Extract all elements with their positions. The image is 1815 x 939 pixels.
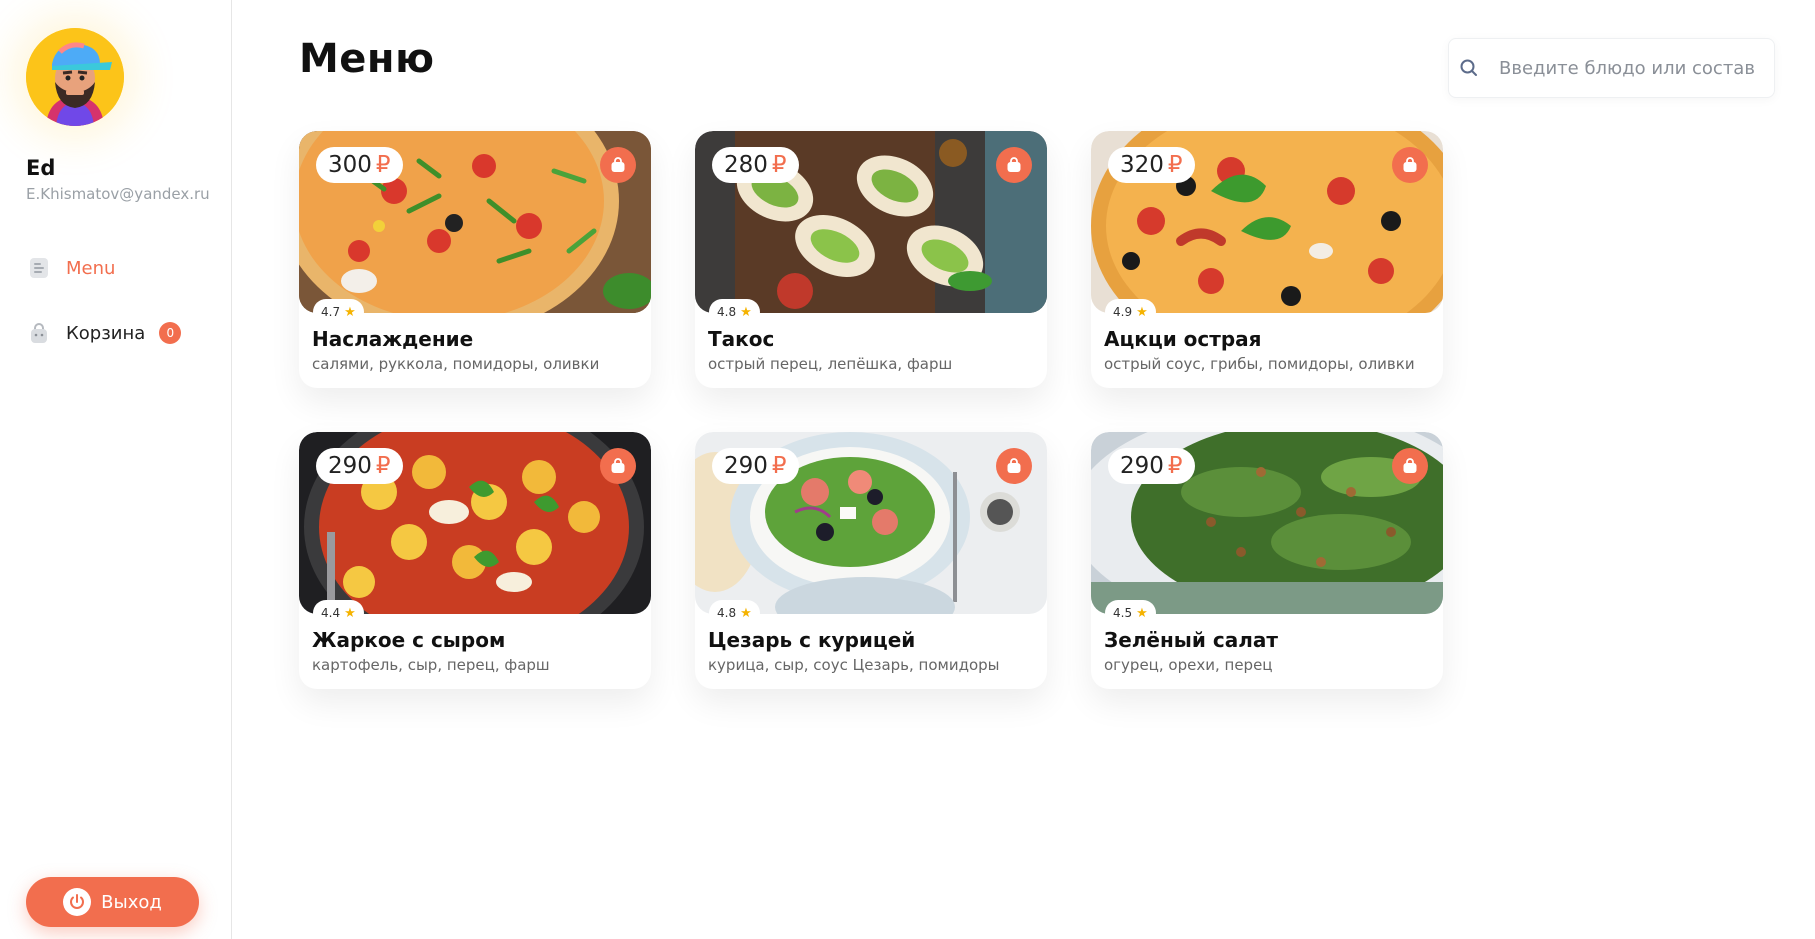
search-box[interactable] [1448,38,1775,98]
price-badge: 300 ₽ [316,147,403,183]
dish-card[interactable]: 280 ₽ 4.8 ★ Такос острый перец, лепёшка,… [695,131,1047,388]
dish-card[interactable]: 290 ₽ 4.4 ★ Жаркое с сыром картофель, сы… [299,432,651,689]
rating-badge: 4.5 ★ [1105,600,1156,626]
sidebar: Ed E.Khismatov@yandex.ru Menu Корзина 0 [0,0,232,939]
avatar[interactable] [26,28,124,126]
dish-ingredients: острый соус, грибы, помидоры, оливки [1104,355,1415,373]
price-currency: ₽ [375,453,391,479]
dish-name: Такос [708,327,775,351]
sidebar-item-label: Корзина [66,322,146,344]
price-value: 300 [328,152,372,178]
logout-button[interactable]: Выход [26,877,199,927]
rating-badge: 4.8 ★ [709,600,760,626]
price-value: 320 [1120,152,1164,178]
rating-value: 4.7 [321,305,341,319]
dish-name: Жаркое с сыром [312,628,506,652]
menu-icon [26,255,52,281]
price-badge: 290 ₽ [1108,448,1195,484]
sidebar-item-cart[interactable]: Корзина 0 [26,318,182,348]
price-value: 290 [724,453,768,479]
rating-value: 4.5 [1113,606,1133,620]
dish-name: Цезарь с курицей [708,628,916,652]
rating-value: 4.9 [1113,305,1133,319]
dish-name: Ацкци острая [1104,327,1262,351]
rating-badge: 4.9 ★ [1105,299,1156,325]
cart-icon [26,320,52,346]
price-badge: 290 ₽ [712,448,799,484]
cart-count-badge: 0 [159,322,182,344]
dish-ingredients: картофель, сыр, перец, фарш [312,656,550,674]
dish-card[interactable]: 290 ₽ 4.8 ★ Цезарь с курицей курица, сыр… [695,432,1047,689]
star-icon: ★ [1136,304,1148,320]
star-icon: ★ [740,304,752,320]
dish-card[interactable]: 320 ₽ 4.9 ★ Ацкци острая острый соус, гр… [1091,131,1443,388]
profile-email: E.Khismatov@yandex.ru [26,185,210,203]
search-icon [1459,58,1479,78]
profile-name: Ed [26,156,56,180]
rating-value: 4.8 [717,305,737,319]
price-currency: ₽ [771,152,787,178]
star-icon: ★ [344,304,356,320]
price-currency: ₽ [771,453,787,479]
add-to-cart-button[interactable] [1392,448,1428,484]
dish-ingredients: острый перец, лепёшка, фарш [708,355,953,373]
price-currency: ₽ [375,152,391,178]
bag-icon [611,157,625,172]
bag-icon [1403,157,1417,172]
star-icon: ★ [1136,605,1148,621]
price-value: 290 [1120,453,1164,479]
bag-icon [611,458,625,473]
power-icon [63,888,92,916]
dish-ingredients: огурец, орехи, перец [1104,656,1273,674]
search-input[interactable] [1497,56,1761,80]
dish-card[interactable]: 300 ₽ 4.7 ★ Наслаждение салями, руккола,… [299,131,651,388]
rating-value: 4.8 [717,606,737,620]
rating-badge: 4.8 ★ [709,299,760,325]
bag-icon [1007,458,1021,473]
price-badge: 290 ₽ [316,448,403,484]
price-badge: 320 ₽ [1108,147,1195,183]
add-to-cart-button[interactable] [600,147,636,183]
logout-label: Выход [101,891,162,913]
bag-icon [1007,157,1021,172]
sidebar-item-label: Menu [66,257,116,279]
star-icon: ★ [740,605,752,621]
price-badge: 280 ₽ [712,147,799,183]
rating-badge: 4.4 ★ [313,600,364,626]
add-to-cart-button[interactable] [600,448,636,484]
dish-name: Зелёный салат [1104,628,1278,652]
price-currency: ₽ [1167,152,1183,178]
price-value: 290 [328,453,372,479]
bag-icon [1403,458,1417,473]
add-to-cart-button[interactable] [1392,147,1428,183]
add-to-cart-button[interactable] [996,448,1032,484]
price-currency: ₽ [1167,453,1183,479]
page-title: Меню [299,36,435,82]
rating-badge: 4.7 ★ [313,299,364,325]
add-to-cart-button[interactable] [996,147,1032,183]
dish-card[interactable]: 290 ₽ 4.5 ★ Зелёный салат огурец, орехи,… [1091,432,1443,689]
dish-ingredients: курица, сыр, соус Цезарь, помидоры [708,656,1000,674]
price-value: 280 [724,152,768,178]
sidebar-item-menu[interactable]: Menu [26,253,115,283]
dish-name: Наслаждение [312,327,474,351]
rating-value: 4.4 [321,606,341,620]
star-icon: ★ [344,605,356,621]
dish-ingredients: салями, руккола, помидоры, оливки [312,355,600,373]
